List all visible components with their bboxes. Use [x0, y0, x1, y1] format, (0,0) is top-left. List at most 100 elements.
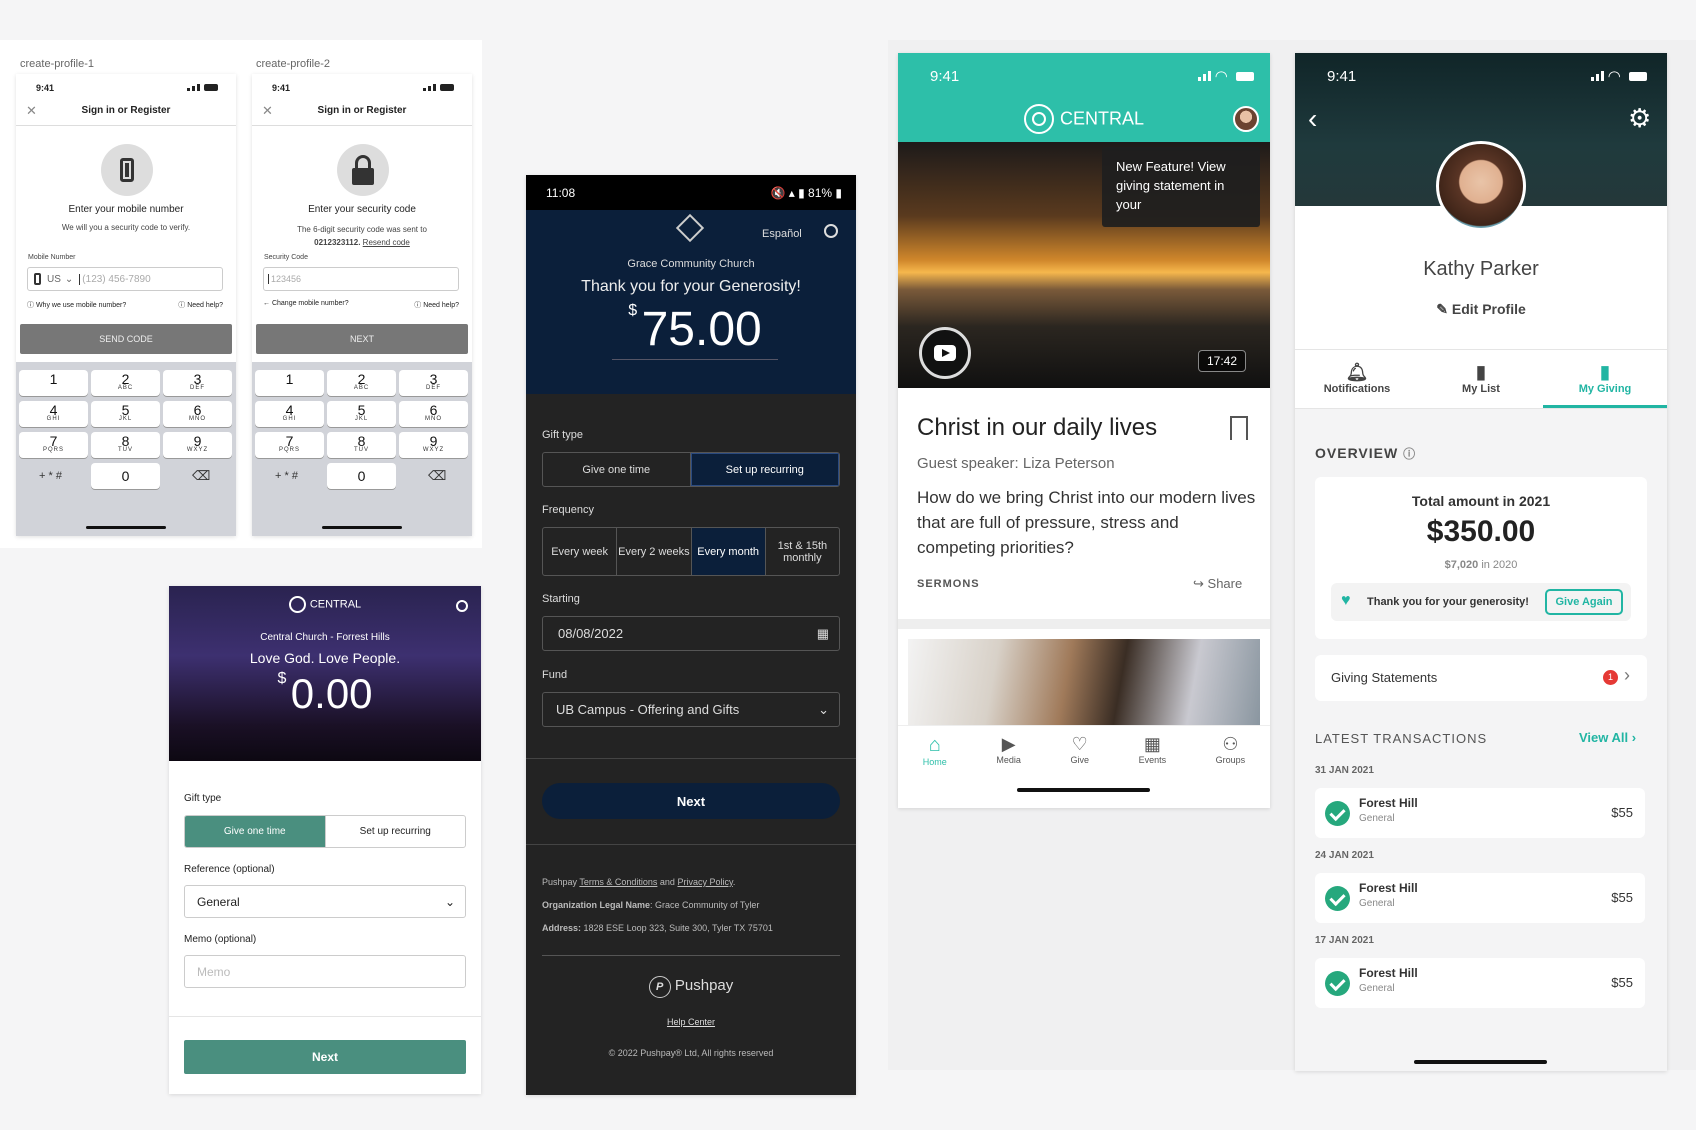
set-up-recurring-option[interactable]: Set up recurring — [326, 816, 466, 847]
pushpay-giving-screen: 11:08 🔇 ▴ ▮ 81% ▮ Español Grace Communit… — [526, 175, 856, 1095]
share-button[interactable]: ↪ Share — [1193, 576, 1242, 592]
transaction-row[interactable]: Forest Hill General $55 — [1315, 873, 1645, 923]
giving-statements-row[interactable]: Giving Statements 1 › — [1315, 655, 1647, 701]
gear-icon[interactable]: ⚙ — [1628, 103, 1651, 134]
help-link[interactable]: ⓘ Need help? — [414, 300, 459, 310]
home-indicator — [86, 526, 166, 529]
transaction-row[interactable]: Forest Hill General $55 — [1315, 958, 1645, 1008]
mobile-number-field[interactable]: US ⌄ (123) 456-7890 — [27, 267, 223, 291]
keypad-key-6[interactable]: 6 MNO — [163, 401, 232, 427]
article-thumbnail[interactable] — [908, 639, 1260, 725]
user-icon[interactable] — [824, 224, 838, 238]
keypad-key-9[interactable]: 9 WXYZ — [399, 432, 468, 458]
keypad-key-7[interactable]: 7 PQRS — [19, 432, 88, 458]
avatar[interactable] — [1436, 141, 1526, 231]
security-code-field[interactable]: 123456 — [263, 267, 459, 291]
nav-home[interactable]: ⌂ Home — [923, 734, 947, 767]
freq-option-every-2-weeks[interactable]: Every 2 weeks — [617, 528, 692, 575]
view-all-link[interactable]: View All › — [1579, 730, 1636, 745]
keypad-key-0[interactable]: 0 — [91, 463, 160, 489]
next-button[interactable]: NEXT — [256, 324, 468, 354]
keypad-key-8[interactable]: 8 TUV — [91, 432, 160, 458]
edit-profile-button[interactable]: ✎ Edit Profile — [1295, 301, 1667, 318]
help-center-link[interactable]: Help Center — [526, 1017, 856, 1027]
keypad-key-6[interactable]: 6 MNO — [399, 401, 468, 427]
profile-avatar[interactable] — [1233, 106, 1259, 132]
give-again-button[interactable]: Give Again — [1545, 589, 1623, 615]
memo-input[interactable]: Memo — [197, 965, 230, 979]
transaction-row[interactable]: Forest Hill General $55 — [1315, 788, 1645, 838]
freq-option-every-week[interactable]: Every week — [543, 528, 618, 575]
keypad-symbols-key[interactable]: + * # — [39, 470, 62, 482]
give-one-time-option[interactable]: Give one time — [185, 816, 326, 847]
keypad-key-1[interactable]: 1 — [255, 370, 324, 396]
send-code-button[interactable]: SEND CODE — [20, 324, 232, 354]
give-one-time-option[interactable]: Give one time — [543, 453, 691, 486]
starting-label: Starting — [542, 593, 580, 605]
nav-give[interactable]: ♡ Give — [1070, 734, 1089, 767]
keypad-key-1[interactable]: 1 — [19, 370, 88, 396]
freq-option-every-month[interactable]: Every month — [691, 528, 766, 575]
freq-option-1st-15th[interactable]: 1st & 15th monthly — [766, 528, 839, 575]
heading: Enter your security code — [308, 204, 416, 215]
change-number-link[interactable]: ← Change mobile number? — [263, 300, 349, 310]
backspace-icon[interactable]: ⌫ — [428, 468, 446, 484]
keypad-key-2[interactable]: 2 ABC — [327, 370, 396, 396]
keypad-symbols-key[interactable]: + * # — [275, 470, 298, 482]
keypad-key-2[interactable]: 2 ABC — [91, 370, 160, 396]
info-icon[interactable]: ⓘ — [1403, 447, 1416, 461]
play-button-icon[interactable] — [919, 327, 971, 379]
memo-field[interactable]: Memo — [184, 955, 466, 988]
resend-link[interactable]: Resend code — [363, 238, 410, 247]
terms-link[interactable]: Terms & Conditions — [579, 877, 657, 887]
central-logo-icon — [1023, 104, 1054, 134]
tx-name: Forest Hill — [1359, 881, 1418, 895]
keypad-key-0[interactable]: 0 — [327, 463, 396, 489]
keypad-key-9[interactable]: 9 WXYZ — [163, 432, 232, 458]
close-icon[interactable]: ✕ — [262, 103, 273, 119]
set-up-recurring-option[interactable]: Set up recurring — [690, 453, 839, 486]
giving-statements-label: Giving Statements — [1331, 670, 1438, 685]
fund-select[interactable]: UB Campus - Offering and Gifts ⌄ — [542, 692, 840, 727]
backspace-icon[interactable]: ⌫ — [192, 468, 210, 484]
tab-my-list[interactable]: ▮ My List — [1419, 350, 1543, 408]
help-link[interactable]: ⓘ Need help? — [178, 300, 223, 310]
back-icon[interactable]: ‹ — [1308, 103, 1317, 135]
bell-icon: 🔔︎ — [1345, 362, 1369, 382]
keypad-key-4[interactable]: 4 GHI — [19, 401, 88, 427]
keypad-key-4[interactable]: 4 GHI — [255, 401, 324, 427]
close-icon[interactable]: ✕ — [26, 103, 37, 119]
status-icons — [423, 83, 454, 93]
reference-value: General — [197, 894, 240, 909]
amount-display[interactable]: 75.00 — [642, 303, 762, 356]
status-time: 9:41 — [36, 83, 55, 93]
why-link[interactable]: ⓘ Why we use mobile number? — [27, 300, 126, 310]
amount-display[interactable]: 0.00 — [291, 670, 373, 717]
keypad-key-3[interactable]: 3 DEF — [163, 370, 232, 396]
language-link[interactable]: Español — [762, 228, 802, 240]
next-button[interactable]: Next — [542, 783, 840, 819]
nav-groups[interactable]: ⚇ Groups — [1216, 734, 1246, 767]
keypad-key-3[interactable]: 3 DEF — [399, 370, 468, 396]
reference-select[interactable]: General ⌄ — [184, 885, 466, 918]
country-select[interactable]: US — [47, 274, 61, 285]
nav-media[interactable]: ▶ Media — [996, 734, 1021, 767]
privacy-link[interactable]: Privacy Policy — [677, 877, 732, 887]
keypad-key-7[interactable]: 7 PQRS — [255, 432, 324, 458]
keypad-key-5[interactable]: 5 JKL — [91, 401, 160, 427]
tab-my-giving[interactable]: ▮ My Giving — [1543, 350, 1667, 408]
code-input[interactable]: 123456 — [268, 274, 301, 284]
status-battery: 🔇 ▴ ▮ 81% ▮ — [770, 185, 842, 200]
subheading: We will you a security code to verify. — [61, 223, 191, 232]
start-date-field[interactable]: 08/08/2022 ▦ — [542, 616, 840, 651]
user-icon[interactable] — [456, 600, 468, 612]
bookmark-icon[interactable] — [1230, 416, 1248, 440]
next-button[interactable]: Next — [184, 1040, 466, 1074]
nav-events[interactable]: ▦ Events — [1139, 734, 1167, 767]
phone-input[interactable]: (123) 456-7890 — [79, 273, 151, 285]
notification-badge: 1 — [1603, 670, 1618, 685]
latest-transactions-heading: LATEST TRANSACTIONS — [1315, 731, 1488, 746]
keypad-key-8[interactable]: 8 TUV — [327, 432, 396, 458]
tab-notifications[interactable]: 🔔︎ Notifications — [1295, 350, 1419, 408]
keypad-key-5[interactable]: 5 JKL — [327, 401, 396, 427]
